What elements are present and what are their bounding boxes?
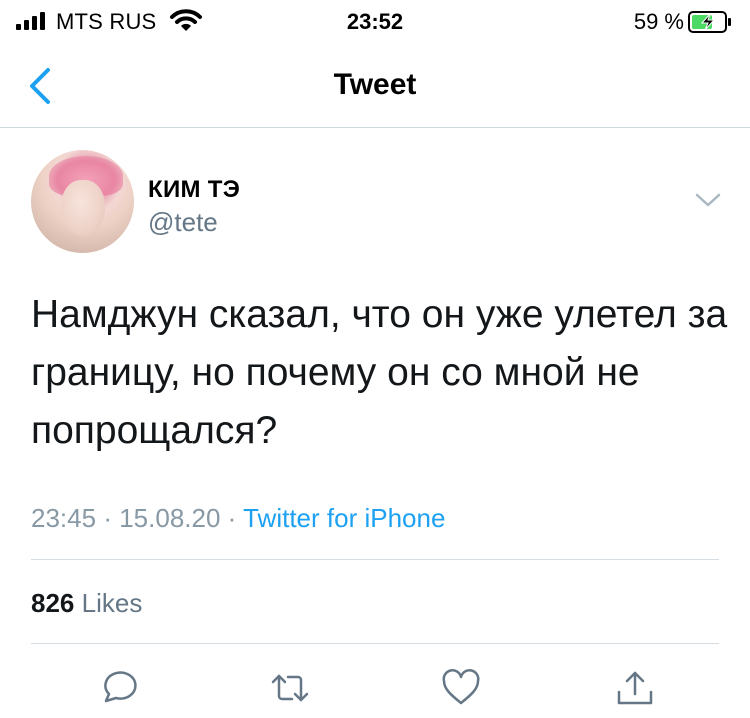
display-name[interactable]: КИМ ТЭ [148,176,240,204]
likes-stat[interactable]: 826 Likes [31,588,142,619]
retweet-button[interactable] [270,668,310,708]
share-icon [617,671,653,705]
nav-bar: Tweet [0,44,750,128]
share-button[interactable] [615,668,655,708]
tweet-source-link[interactable]: Twitter for iPhone [243,503,445,533]
likes-count: 826 [31,588,75,618]
like-button[interactable] [441,668,481,708]
battery-percent: 59 % [633,9,684,34]
battery-charging-icon [688,11,731,33]
tweet-date: 15.08.20 [119,503,221,533]
retweet-icon [271,674,309,702]
tweet-meta: 23:45 · 15.08.20 · Twitter for iPhone [31,503,445,534]
user-handle[interactable]: @tete [148,207,218,238]
reply-icon [104,671,137,703]
likes-label: Likes [81,588,143,618]
meta-separator: · [227,503,237,533]
meta-separator: · [103,503,112,533]
heart-icon [442,669,480,705]
tweet-time: 23:45 [31,503,97,533]
divider [31,559,719,560]
tweet-text: Намджун сказал, что он уже улетел за гра… [31,293,728,452]
avatar[interactable] [31,150,134,253]
divider [31,643,719,644]
chevron-down-icon[interactable] [695,192,721,208]
page-title: Tweet [333,68,417,101]
status-bar: MTS RUS 23:52 59 % [0,0,750,44]
reply-button[interactable] [98,668,138,708]
